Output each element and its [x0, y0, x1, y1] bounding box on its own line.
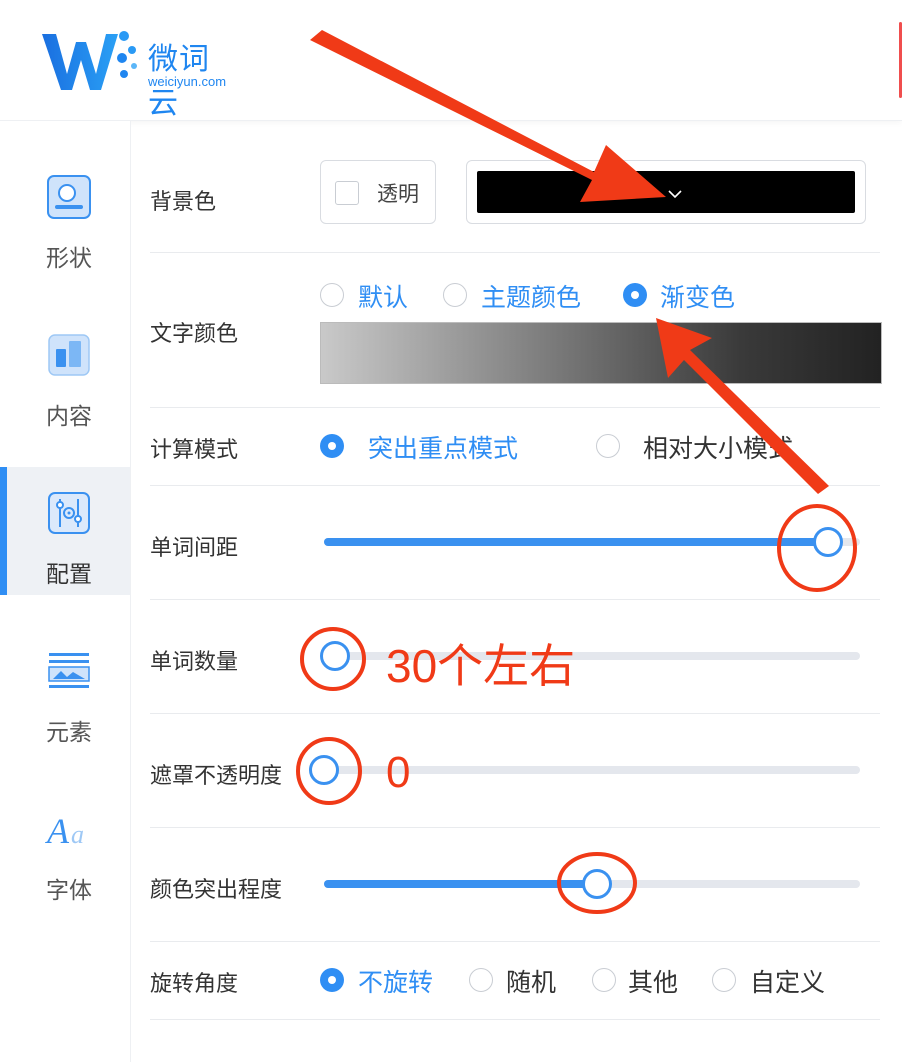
rotation-label: 旋转角度: [150, 972, 239, 997]
word-count-label: 单词数量: [150, 650, 239, 675]
content-icon: [48, 334, 90, 376]
radio-gradient-label[interactable]: 渐变色: [660, 278, 735, 314]
radio-other-label[interactable]: 其他: [628, 963, 678, 999]
gradient-preview[interactable]: [320, 322, 882, 384]
word-spacing-slider[interactable]: [324, 527, 860, 557]
slider-thumb[interactable]: [319, 641, 350, 671]
radio-default-label[interactable]: 默认: [358, 278, 408, 314]
sidebar-item-label: 内容: [46, 404, 92, 430]
slider-thumb[interactable]: [812, 527, 843, 557]
sidebar: 形状 内容 配置 元素 A a 字体: [0, 121, 131, 1062]
radio-relative-mode[interactable]: [596, 434, 620, 458]
mask-annotation: 0: [386, 748, 411, 797]
transparent-checkbox[interactable]: 透明: [320, 160, 436, 224]
background-label: 背景色: [150, 190, 217, 215]
radio-other[interactable]: [592, 968, 616, 992]
radio-highlight-mode[interactable]: [320, 434, 344, 458]
radio-random[interactable]: [469, 968, 493, 992]
radio-no-rotation[interactable]: [320, 968, 344, 992]
w-logo-icon: [42, 31, 137, 90]
radio-theme-color-label[interactable]: 主题颜色: [481, 278, 581, 314]
mask-opacity-label: 遮罩不透明度: [150, 764, 283, 789]
radio-relative-mode-label[interactable]: 相对大小模式: [643, 429, 793, 465]
word-spacing-label: 单词间距: [150, 536, 239, 561]
sidebar-item-label: 元素: [46, 720, 92, 746]
sidebar-item-font[interactable]: A a 字体: [0, 783, 130, 911]
radio-custom[interactable]: [712, 968, 736, 992]
color-emphasis-label: 颜色突出程度: [150, 878, 283, 903]
brand-logo[interactable]: 微词云 weiciyun.com: [40, 28, 240, 121]
radio-gradient[interactable]: [623, 283, 647, 307]
checkbox-square[interactable]: [335, 181, 359, 205]
word-count-annotation: 30个左右: [386, 640, 576, 692]
calc-mode-label: 计算模式: [150, 438, 239, 463]
svg-text:A: A: [45, 811, 70, 851]
chevron-down-icon: [668, 190, 682, 199]
sidebar-item-content[interactable]: 内容: [0, 309, 130, 437]
sidebar-item-elements[interactable]: 元素: [0, 625, 130, 753]
app-header: 微词云 weiciyun.com: [0, 0, 902, 121]
sidebar-item-shape[interactable]: 形状: [0, 151, 130, 279]
radio-highlight-mode-label[interactable]: 突出重点模式: [368, 429, 518, 465]
radio-theme-color[interactable]: [443, 283, 467, 307]
sidebar-item-label: 字体: [46, 878, 92, 904]
elements-icon: [48, 653, 90, 688]
background-color-picker[interactable]: [466, 160, 866, 224]
sidebar-item-label: 形状: [46, 246, 92, 272]
slider-thumb[interactable]: [309, 755, 339, 785]
color-swatch[interactable]: [477, 171, 855, 213]
font-icon: A a: [45, 811, 84, 851]
radio-custom-label[interactable]: 自定义: [750, 963, 825, 999]
radio-random-label[interactable]: 随机: [506, 963, 556, 999]
sidebar-item-label: 配置: [46, 562, 92, 588]
radio-default[interactable]: [320, 283, 344, 307]
text-color-label: 文字颜色: [150, 322, 239, 347]
sidebar-item-config[interactable]: 配置: [0, 467, 130, 595]
brand-domain: weiciyun.com: [148, 74, 227, 89]
shape-icon: [47, 175, 91, 219]
settings-sliders-icon: [48, 492, 90, 534]
transparent-label: 透明: [377, 182, 419, 206]
svg-text:a: a: [71, 820, 84, 849]
radio-no-rotation-label[interactable]: 不旋转: [358, 963, 433, 999]
slider-fill: [324, 538, 828, 546]
slider-fill: [324, 880, 598, 888]
color-emphasis-slider[interactable]: [324, 869, 860, 899]
